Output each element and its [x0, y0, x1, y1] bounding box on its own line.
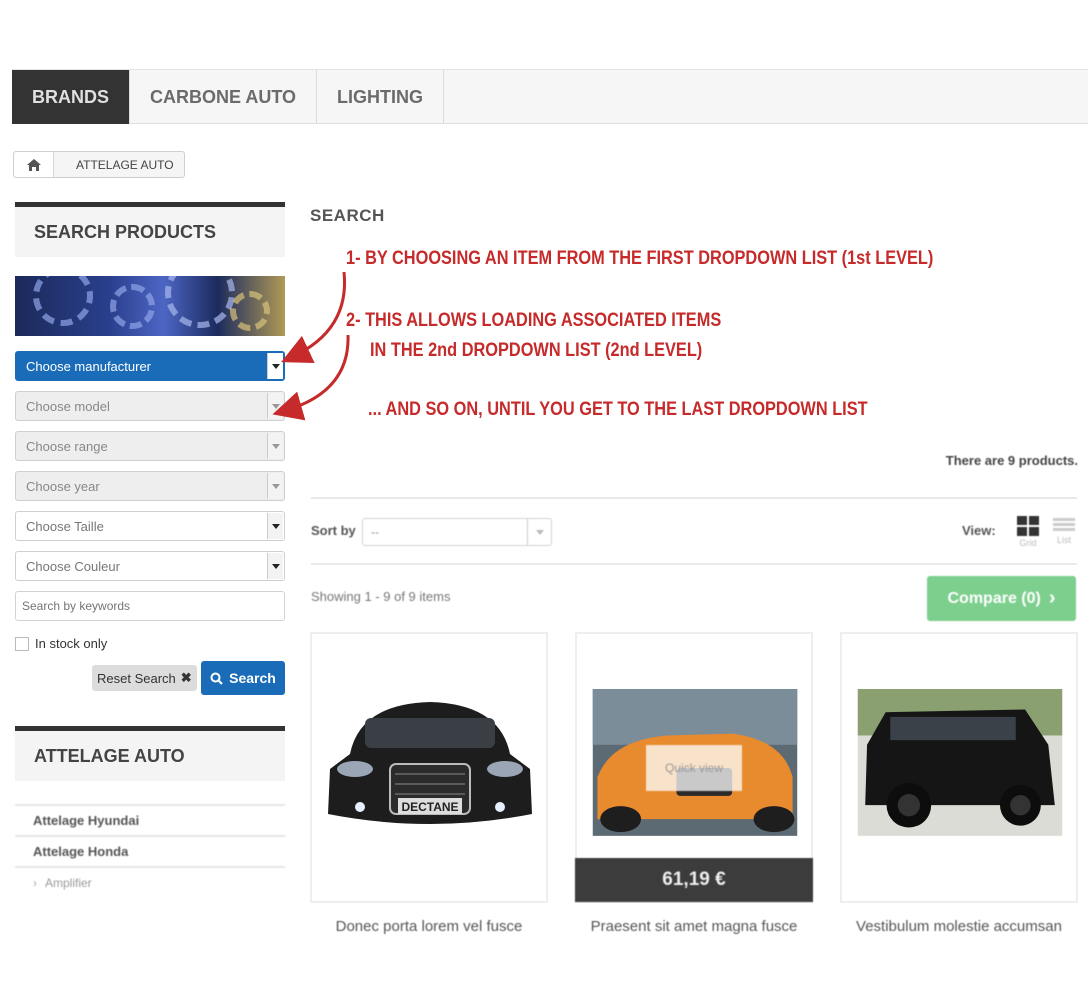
arrow-to-manufacturer — [281, 271, 347, 363]
arrow-to-model — [272, 334, 350, 421]
annotation-arrows — [272, 271, 350, 421]
